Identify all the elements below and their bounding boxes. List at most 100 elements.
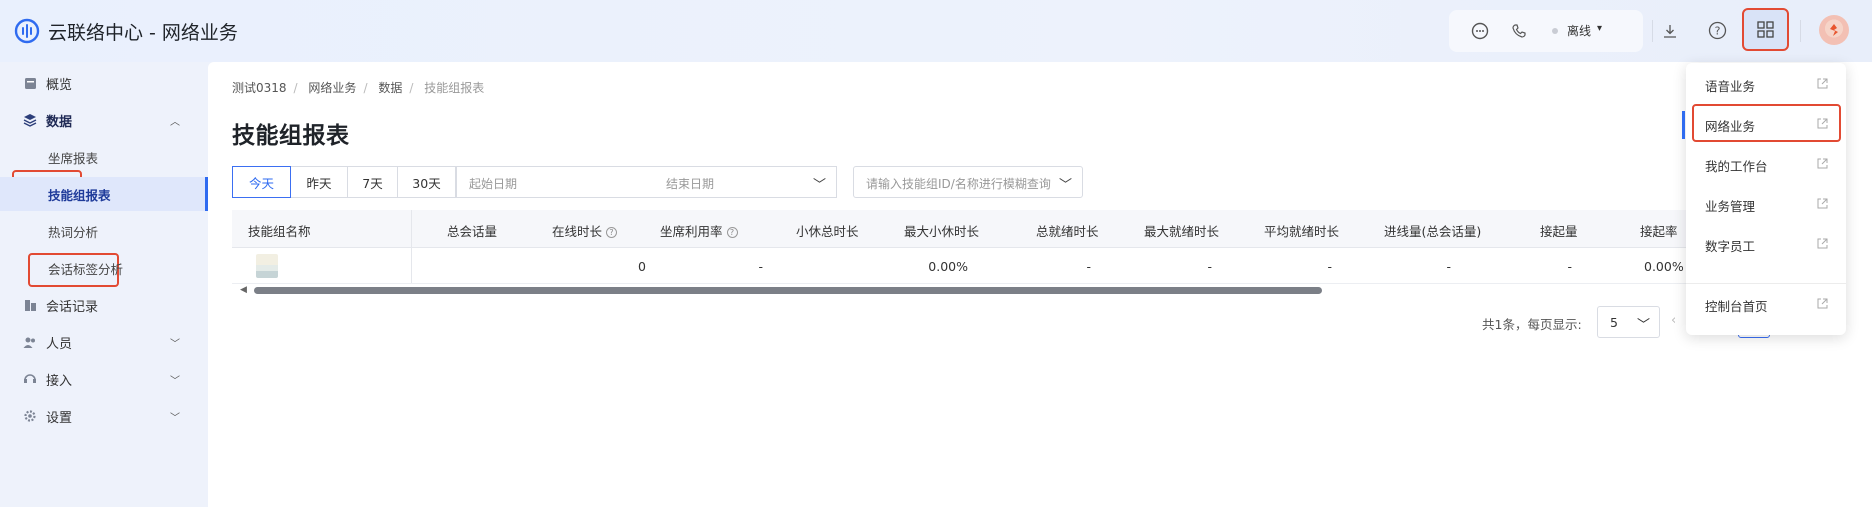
avatar[interactable] — [1819, 15, 1849, 45]
sidebar-item-label: 会话记录 — [46, 299, 99, 315]
sidebar-item-label: 设置 — [46, 410, 73, 426]
table-row[interactable]: 0 - 0.00% - - - - - 0 0 0.00% — [232, 248, 1832, 284]
breadcrumb-item[interactable]: 测试0318 — [232, 79, 287, 96]
sidebar-item-settings[interactable]: 设置 ﹀ — [0, 399, 208, 433]
breadcrumb: 测试0318/ 网络业务 / 数据 / 技能组报表 — [232, 79, 485, 96]
external-link-icon — [1817, 198, 1828, 209]
column-header: 最大就绪时长 — [1144, 224, 1220, 239]
menu-item-label: 我的工作台 — [1705, 158, 1768, 174]
scroll-left-icon[interactable]: ◀ — [240, 285, 247, 295]
chevron-down-icon[interactable]: ﹀ — [170, 335, 180, 350]
sidebar-subitem-label: 会话标签分析 — [48, 261, 124, 277]
table-cell: 0 — [638, 259, 646, 274]
chevron-up-icon[interactable]: ︿ — [170, 113, 180, 128]
chevron-down-icon[interactable]: ﹀ — [1637, 314, 1650, 333]
column-header: 在线时长? — [552, 221, 618, 240]
search-placeholder: 请输入技能组ID/名称进行模糊查询 — [866, 177, 1051, 191]
sidebar-subitem-agent-report[interactable]: 坐席报表 — [0, 140, 208, 174]
pagination-summary: 共1条，每页显示: — [1482, 317, 1582, 332]
chevron-down-icon[interactable]: ﹀ — [813, 174, 826, 193]
column-header: 进线量(总会话量) — [1384, 224, 1482, 239]
phone-icon[interactable] — [1509, 21, 1529, 41]
sidebar-item-data[interactable]: 数据 ︿ — [0, 103, 208, 137]
skillgroup-search-select[interactable]: 请输入技能组ID/名称进行模糊查询 ﹀ — [853, 166, 1083, 198]
divider — [1800, 20, 1801, 42]
svg-text:?: ? — [1715, 25, 1721, 38]
sidebar-item-records[interactable]: 会话记录 — [0, 288, 208, 322]
table-cell: 0.00% — [1644, 259, 1684, 274]
chevron-down-icon[interactable]: ﹀ — [170, 409, 180, 424]
breadcrumb-item[interactable]: 数据 — [378, 79, 402, 96]
sidebar-item-users[interactable]: 人员 ﹀ — [0, 325, 208, 359]
external-link-icon — [1817, 78, 1828, 89]
skill-group-name-blurred — [256, 254, 278, 278]
users-icon — [23, 335, 37, 349]
external-link-icon — [1817, 238, 1828, 249]
help-icon[interactable]: ? — [606, 227, 618, 238]
start-date-field[interactable]: 起始日期 — [469, 175, 517, 192]
external-link-icon — [1817, 158, 1828, 169]
date-range-picker[interactable]: 起始日期 结束日期 ﹀ — [456, 166, 837, 198]
column-header: 总会话量 — [447, 224, 498, 239]
breadcrumb-item[interactable]: 网络业务 — [308, 79, 356, 96]
column-header: 小休总时长 — [796, 224, 859, 239]
menu-item-label: 语音业务 — [1705, 78, 1756, 94]
sidebar-item-label: 概览 — [46, 77, 73, 93]
overview-icon — [23, 76, 37, 90]
breadcrumb-current: 技能组报表 — [424, 81, 485, 95]
logo-icon — [14, 18, 40, 44]
chevron-down-icon[interactable]: ﹀ — [1059, 174, 1072, 193]
table-cell: - — [1446, 259, 1451, 274]
chevron-down-icon[interactable]: ▾ — [1597, 23, 1602, 34]
menu-item-workbench[interactable]: 我的工作台 — [1686, 145, 1846, 185]
table-cell: - — [1567, 259, 1572, 274]
grid-icon — [1757, 21, 1774, 38]
menu-item-label: 业务管理 — [1705, 198, 1756, 214]
scrollbar-thumb[interactable] — [254, 287, 1322, 294]
range-7days-button[interactable]: 7天 — [347, 166, 398, 198]
sidebar-subitem-hotword[interactable]: 热词分析 — [0, 214, 208, 248]
top-header: 云联络中心 - 网络业务 离线 ▾ ? — [0, 0, 1872, 62]
menu-item-business-mgmt[interactable]: 业务管理 — [1686, 185, 1846, 225]
download-icon[interactable] — [1660, 21, 1680, 41]
page-title: 技能组报表 — [232, 123, 350, 149]
sidebar-item-label: 接入 — [46, 373, 73, 389]
sidebar-subitem-skillgroup-report[interactable]: 技能组报表 — [0, 177, 208, 211]
range-30days-button[interactable]: 30天 — [397, 166, 456, 198]
chevron-down-icon[interactable]: ﹀ — [170, 372, 180, 387]
access-icon — [23, 372, 37, 386]
sidebar-item-overview[interactable]: 概览 — [0, 66, 208, 100]
app-switcher-button[interactable] — [1742, 8, 1789, 51]
status-dot — [1552, 28, 1558, 34]
menu-item-voice[interactable]: 语音业务 — [1686, 65, 1846, 105]
table-cell: 0.00% — [928, 259, 968, 274]
sidebar-item-access[interactable]: 接入 ﹀ — [0, 362, 208, 396]
record-icon — [23, 298, 37, 312]
external-link-icon — [1817, 298, 1828, 309]
chat-icon[interactable] — [1470, 21, 1490, 41]
menu-item-label: 控制台首页 — [1705, 298, 1768, 314]
column-header: 坐席利用率? — [660, 221, 738, 240]
help-icon[interactable]: ? — [726, 227, 738, 238]
column-header: 最大小休时长 — [904, 224, 980, 239]
menu-item-console-home[interactable]: 控制台首页 — [1686, 285, 1846, 325]
end-date-field[interactable]: 结束日期 — [666, 175, 714, 192]
date-range-tabs: 今天 昨天 7天 30天 — [232, 166, 456, 198]
column-header: 技能组名称 — [248, 224, 311, 239]
menu-item-digital-staff[interactable]: 数字员工 — [1686, 225, 1846, 265]
table-cell: - — [758, 259, 763, 274]
menu-divider — [1686, 283, 1846, 284]
help-icon[interactable]: ? — [1707, 20, 1728, 41]
table-cell: - — [1327, 259, 1332, 274]
agent-status[interactable]: 离线 — [1567, 22, 1591, 39]
page-size-select[interactable]: 5 ﹀ — [1597, 306, 1660, 338]
sidebar: 概览 数据 ︿ 坐席报表 技能组报表 热词分析 会话标签分析 会话记录 人员 ﹀… — [0, 62, 208, 507]
app-switcher-menu: 语音业务 网络业务 我的工作台 业务管理 数字员工 控制台首页 — [1682, 63, 1846, 335]
sidebar-item-label: 数据 — [46, 114, 73, 130]
range-yesterday-button[interactable]: 昨天 — [290, 166, 348, 198]
table-cell: - — [1207, 259, 1212, 274]
sidebar-subitem-tag-analysis[interactable]: 会话标签分析 — [0, 251, 208, 285]
highlight-box — [1692, 104, 1841, 142]
range-today-button[interactable]: 今天 — [232, 166, 291, 198]
prev-page-icon[interactable]: ‹ — [1671, 313, 1676, 328]
